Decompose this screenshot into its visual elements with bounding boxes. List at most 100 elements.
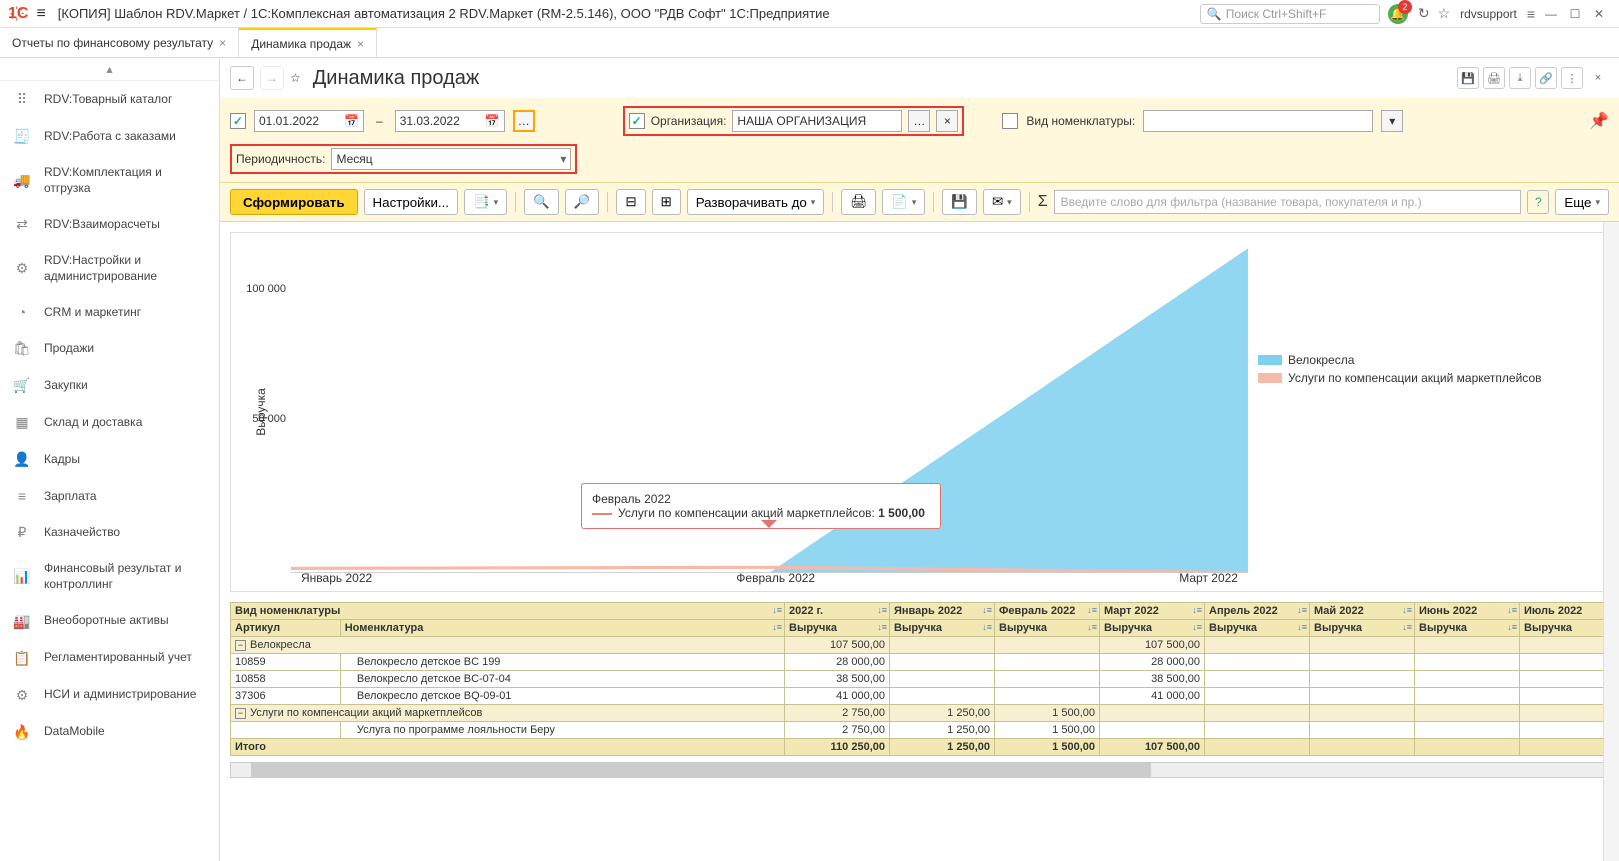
form-report-button[interactable]: Сформировать xyxy=(230,189,358,215)
sidebar-item-3[interactable]: ⇄RDV:Взаиморасчеты xyxy=(0,206,219,243)
sidebar-item-16[interactable]: 🔥DataMobile xyxy=(0,714,219,751)
table-cell[interactable]: 110 250,00 xyxy=(785,739,890,756)
table-cell[interactable]: 1 250,00 xyxy=(890,705,995,722)
calendar-icon[interactable]: 📅 xyxy=(344,114,359,128)
notifications-icon[interactable]: 🔔2 xyxy=(1388,4,1408,24)
find-next-button[interactable]: 🔎 xyxy=(565,189,600,215)
table-cell[interactable]: −Велокресла xyxy=(231,637,785,654)
org-input[interactable]: НАША ОРГАНИЗАЦИЯ xyxy=(732,110,902,132)
table-cell[interactable]: 1 250,00 xyxy=(890,739,995,756)
period-select[interactable]: Месяц▾ xyxy=(331,148,571,170)
date-to-input[interactable]: 31.03.2022📅 xyxy=(395,110,505,132)
close-page-icon[interactable]: × xyxy=(1587,67,1609,89)
sidebar-item-14[interactable]: 📋Регламентированный учет xyxy=(0,640,219,677)
nav-back[interactable]: ← xyxy=(230,66,254,90)
col-metric[interactable]: Выручка↓≡ xyxy=(1310,620,1415,637)
calendar-icon[interactable]: 📅 xyxy=(485,114,500,128)
table-cell[interactable] xyxy=(890,688,995,705)
sidebar-item-2[interactable]: 🚚RDV:Комплектация и отгрузка xyxy=(0,155,219,206)
table-cell[interactable] xyxy=(1310,722,1415,739)
table-cell[interactable] xyxy=(1205,637,1310,654)
org-clear-button[interactable]: × xyxy=(936,110,958,132)
close-icon[interactable]: × xyxy=(357,37,364,51)
table-cell[interactable] xyxy=(1415,671,1520,688)
table-cell[interactable]: 37306 xyxy=(231,688,341,705)
org-enabled-checkbox[interactable]: ✓ xyxy=(629,113,645,129)
table-cell[interactable] xyxy=(1310,637,1415,654)
table-cell[interactable] xyxy=(1310,705,1415,722)
table-cell[interactable]: Велокресло детское BQ-09-01 xyxy=(340,688,784,705)
table-cell[interactable] xyxy=(1205,654,1310,671)
window-maximize[interactable]: ☐ xyxy=(1563,7,1587,21)
expand-to-button[interactable]: Разворачивать до ▾ xyxy=(687,189,825,215)
col-nomen[interactable]: Номенклатура↓≡ xyxy=(340,620,784,637)
table-cell[interactable] xyxy=(1415,654,1520,671)
tab-sales-dynamics[interactable]: Динамика продаж × xyxy=(239,28,377,57)
table-cell[interactable] xyxy=(1100,705,1205,722)
table-cell[interactable]: 107 500,00 xyxy=(785,637,890,654)
date-picker-button[interactable]: … xyxy=(513,110,535,132)
org-select-button[interactable]: … xyxy=(908,110,930,132)
col-metric[interactable]: Выручка↓≡ xyxy=(890,620,995,637)
user-label[interactable]: rdvsupport xyxy=(1460,7,1517,21)
nomen-input[interactable] xyxy=(1143,110,1373,132)
sidebar-item-12[interactable]: 📊Финансовый результат и контроллинг xyxy=(0,551,219,602)
sidebar-item-13[interactable]: 🏭Внеоборотные активы xyxy=(0,603,219,640)
save-icon[interactable]: 💾 xyxy=(1457,67,1479,89)
variants-button[interactable]: 📑 ▾ xyxy=(464,189,507,215)
table-cell[interactable]: 10858 xyxy=(231,671,341,688)
col-header[interactable]: Январь 2022↓≡ xyxy=(890,603,995,620)
col-header[interactable]: Июнь 2022↓≡ xyxy=(1415,603,1520,620)
table-cell[interactable] xyxy=(1415,688,1520,705)
sidebar-item-15[interactable]: ⚙НСИ и администрирование xyxy=(0,677,219,714)
link-icon[interactable]: 🔗 xyxy=(1535,67,1557,89)
table-cell[interactable]: 1 500,00 xyxy=(995,722,1100,739)
table-cell[interactable]: 28 000,00 xyxy=(785,654,890,671)
sidebar-item-8[interactable]: ▦Склад и доставка xyxy=(0,404,219,441)
collapse-sidebar[interactable]: ▴ xyxy=(0,58,219,81)
table-cell[interactable] xyxy=(1310,688,1415,705)
table-cell[interactable] xyxy=(1205,722,1310,739)
table-cell[interactable]: 107 500,00 xyxy=(1100,637,1205,654)
collapse-groups-button[interactable]: ⊟ xyxy=(616,189,645,215)
table-cell[interactable] xyxy=(995,688,1100,705)
table-cell[interactable]: 38 500,00 xyxy=(785,671,890,688)
table-cell[interactable] xyxy=(1310,654,1415,671)
mail-button[interactable]: ✉ ▾ xyxy=(983,189,1021,215)
sidebar-item-9[interactable]: 👤Кадры xyxy=(0,441,219,478)
sidebar-item-4[interactable]: ⚙RDV:Настройки и администрирование xyxy=(0,243,219,294)
table-cell[interactable] xyxy=(231,722,341,739)
table-cell[interactable] xyxy=(995,654,1100,671)
col-header[interactable]: Февраль 2022↓≡ xyxy=(995,603,1100,620)
sidebar-item-5[interactable]: ◔CRM и маркетинг xyxy=(0,294,219,330)
table-cell[interactable]: 2 750,00 xyxy=(785,705,890,722)
window-minimize[interactable]: — xyxy=(1539,7,1563,21)
col-metric[interactable]: Выручка↓≡ xyxy=(1205,620,1310,637)
date-enabled-checkbox[interactable]: ✓ xyxy=(230,113,246,129)
table-cell[interactable] xyxy=(1310,739,1415,756)
col-header[interactable]: Май 2022↓≡ xyxy=(1310,603,1415,620)
table-cell[interactable] xyxy=(995,637,1100,654)
table-cell[interactable]: Итого xyxy=(231,739,785,756)
table-cell[interactable]: Велокресло детское BC-07-04 xyxy=(340,671,784,688)
table-cell[interactable]: 107 500,00 xyxy=(1100,739,1205,756)
text-filter-input[interactable]: Введите слово для фильтра (название това… xyxy=(1054,190,1522,214)
col-metric[interactable]: Выручка↓≡ xyxy=(995,620,1100,637)
global-search[interactable]: 🔍Поиск Ctrl+Shift+F xyxy=(1200,4,1380,24)
more-menu-icon[interactable]: ⋮ xyxy=(1561,67,1583,89)
table-cell[interactable]: Велокресло детское BC 199 xyxy=(340,654,784,671)
table-cell[interactable] xyxy=(890,671,995,688)
sidebar-item-10[interactable]: ≡Зарплата xyxy=(0,478,219,514)
table-cell[interactable]: Услуга по программе лояльности Беру xyxy=(340,722,784,739)
col-header[interactable]: Апрель 2022↓≡ xyxy=(1205,603,1310,620)
nomen-enabled-checkbox[interactable]: ✓ xyxy=(1002,113,1018,129)
favorite-icon[interactable]: ☆ xyxy=(1438,5,1451,22)
find-button[interactable]: 🔍 xyxy=(524,189,559,215)
expand-groups-button[interactable]: ⊞ xyxy=(652,189,681,215)
table-cell[interactable]: 2 750,00 xyxy=(785,722,890,739)
table-cell[interactable]: 41 000,00 xyxy=(1100,688,1205,705)
table-cell[interactable]: 1 500,00 xyxy=(995,739,1100,756)
print-icon[interactable]: 🖨 xyxy=(1483,67,1505,89)
nomen-dropdown[interactable]: ▾ xyxy=(1381,110,1403,132)
col-article[interactable]: Артикул xyxy=(231,620,341,637)
